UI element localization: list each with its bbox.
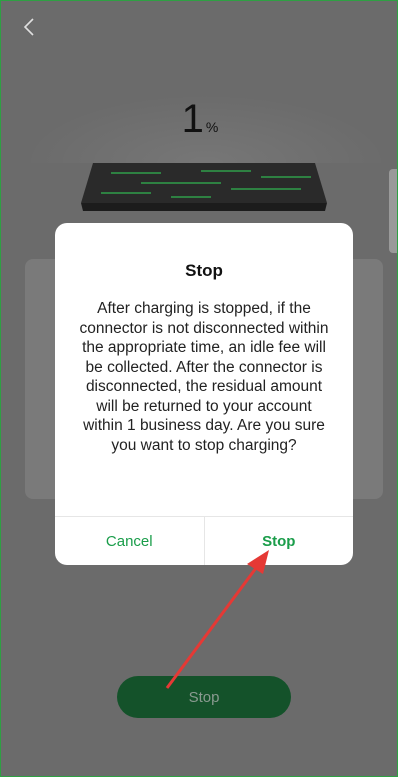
- side-scroll-tab: [389, 169, 397, 253]
- percent-value: 1: [181, 97, 204, 141]
- confirm-stop-button[interactable]: Stop: [205, 517, 354, 565]
- stop-charging-label: Stop: [188, 688, 220, 706]
- cancel-label: Cancel: [105, 532, 153, 550]
- annotation-arrow-icon: [165, 550, 269, 689]
- charge-percentage: 1%: [1, 97, 397, 142]
- cancel-button[interactable]: Cancel: [55, 517, 205, 565]
- battery-graphic: [81, 163, 327, 211]
- stop-confirm-dialog: Stop After charging is stopped, if the c…: [55, 223, 353, 565]
- dialog-message: After charging is stopped, if the connec…: [79, 300, 329, 454]
- app-screen: 1% Stop Stop After charging is stopped, …: [0, 0, 398, 777]
- stop-charging-button[interactable]: Stop: [117, 676, 291, 718]
- back-button[interactable]: [23, 17, 43, 41]
- dialog-actions: Cancel Stop: [55, 516, 353, 565]
- chevron-left-icon: [23, 18, 34, 36]
- percent-unit: %: [205, 119, 219, 135]
- dialog-title: Stop: [185, 261, 223, 280]
- confirm-stop-label: Stop: [262, 532, 296, 550]
